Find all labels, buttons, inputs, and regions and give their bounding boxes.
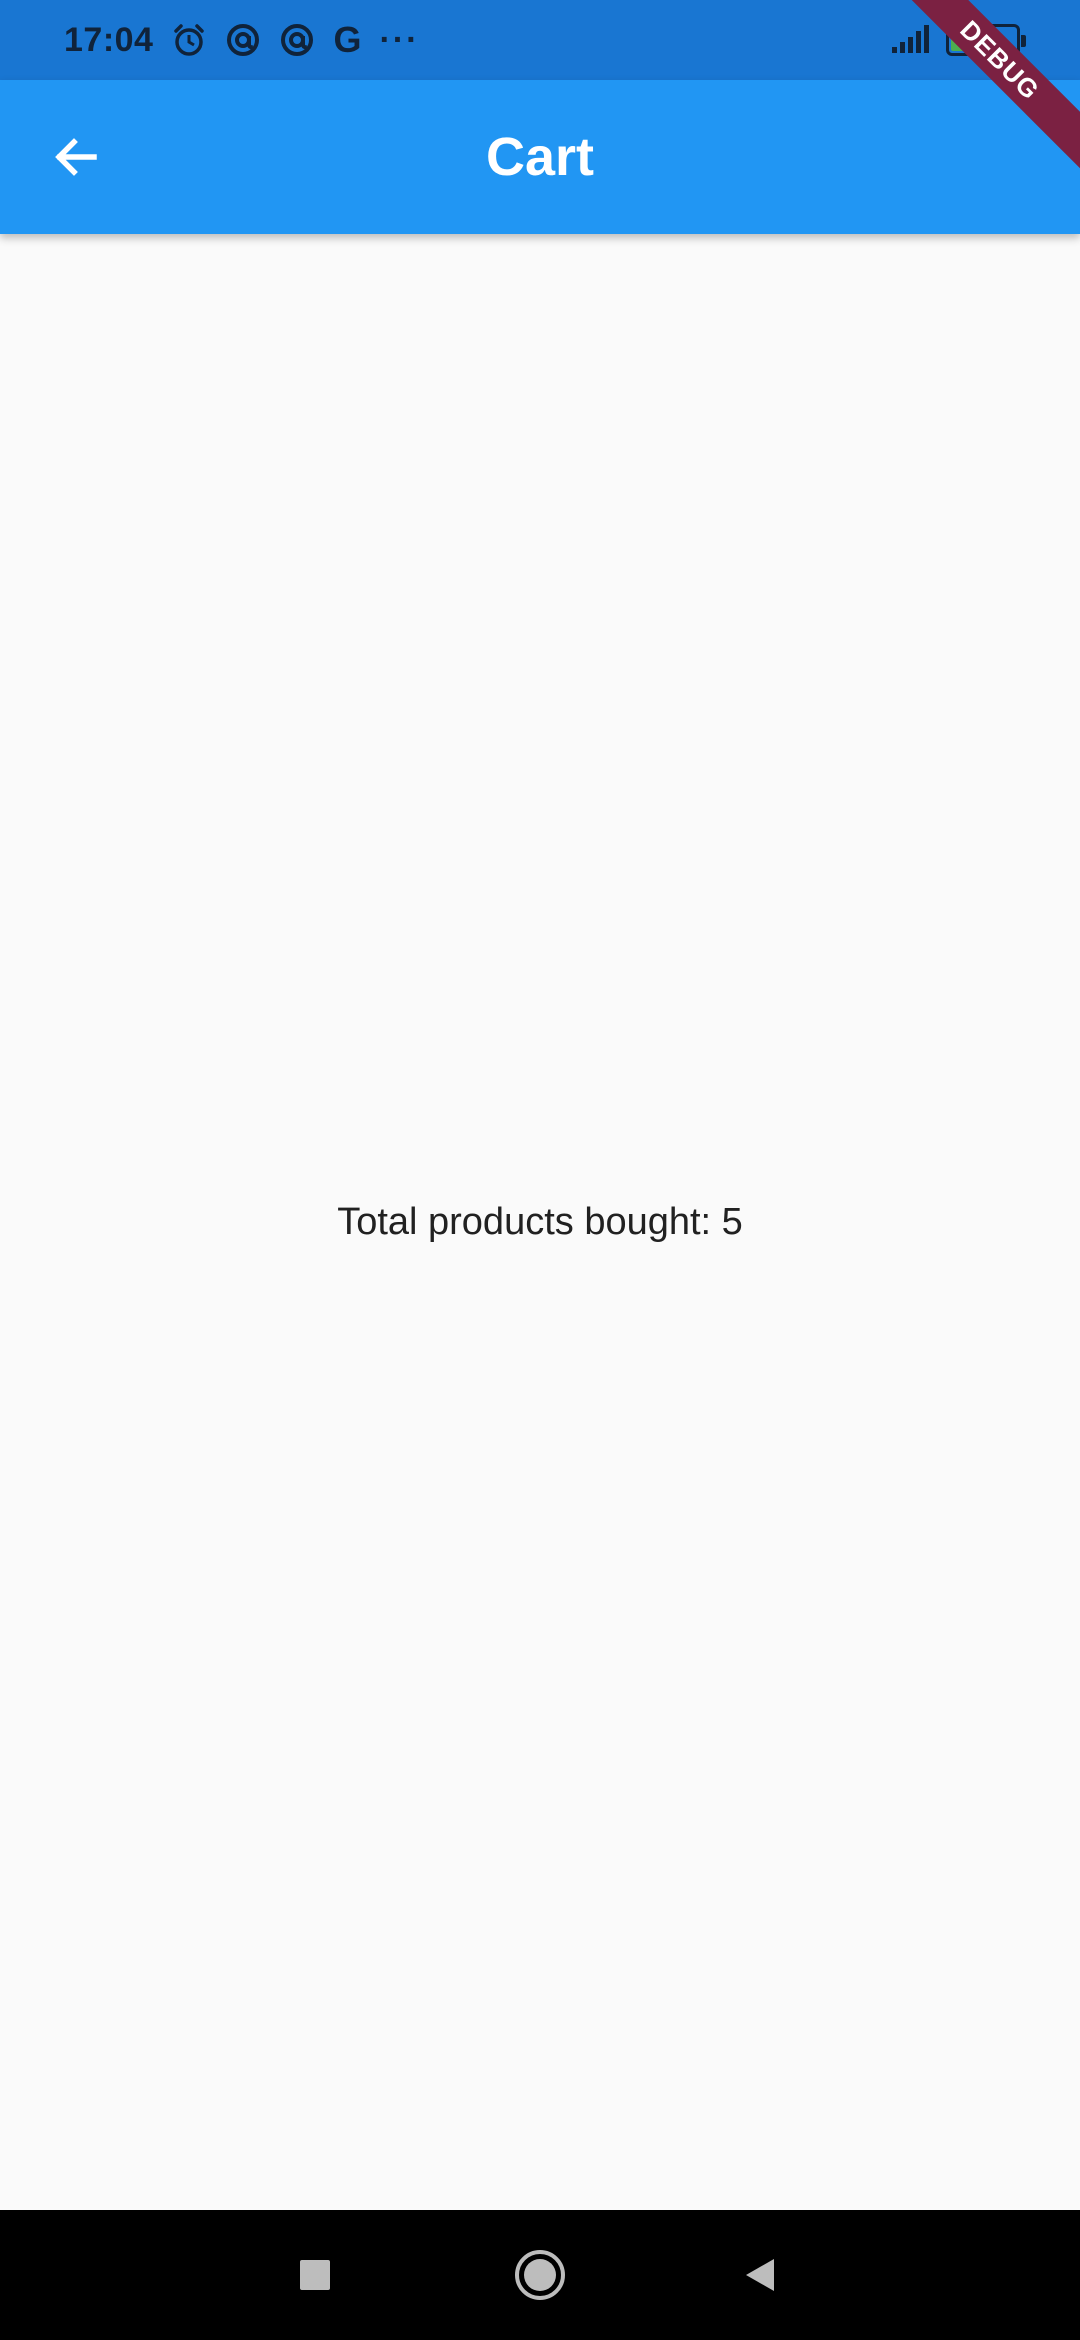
home-button[interactable] [480, 2210, 600, 2340]
back-nav-button[interactable] [700, 2210, 820, 2340]
status-time: 17:04 [64, 20, 154, 59]
back-icon [746, 2259, 774, 2291]
at-sign-icon [279, 22, 315, 58]
google-icon: G [333, 19, 362, 60]
total-products-text: Total products bought: 5 [337, 1200, 743, 1243]
page-title: Cart [485, 127, 595, 187]
battery-cap [1021, 35, 1026, 47]
alarm-icon [171, 22, 207, 58]
recents-button[interactable] [255, 2210, 375, 2340]
home-icon [515, 2250, 565, 2300]
screen: 17:04 G ··· DEBUG Cart Total products bo… [0, 0, 1080, 2340]
at-sign-icon [225, 22, 261, 58]
app-bar: Cart [0, 80, 1080, 234]
status-left: 17:04 G ··· [64, 0, 419, 80]
more-dots-icon: ··· [379, 20, 420, 59]
navigation-bar [0, 2210, 1080, 2340]
status-bar: 17:04 G ··· [0, 0, 1080, 80]
cart-body: Total products bought: 5 [0, 234, 1080, 2210]
signal-icon [890, 23, 932, 58]
recents-icon [300, 2260, 330, 2290]
